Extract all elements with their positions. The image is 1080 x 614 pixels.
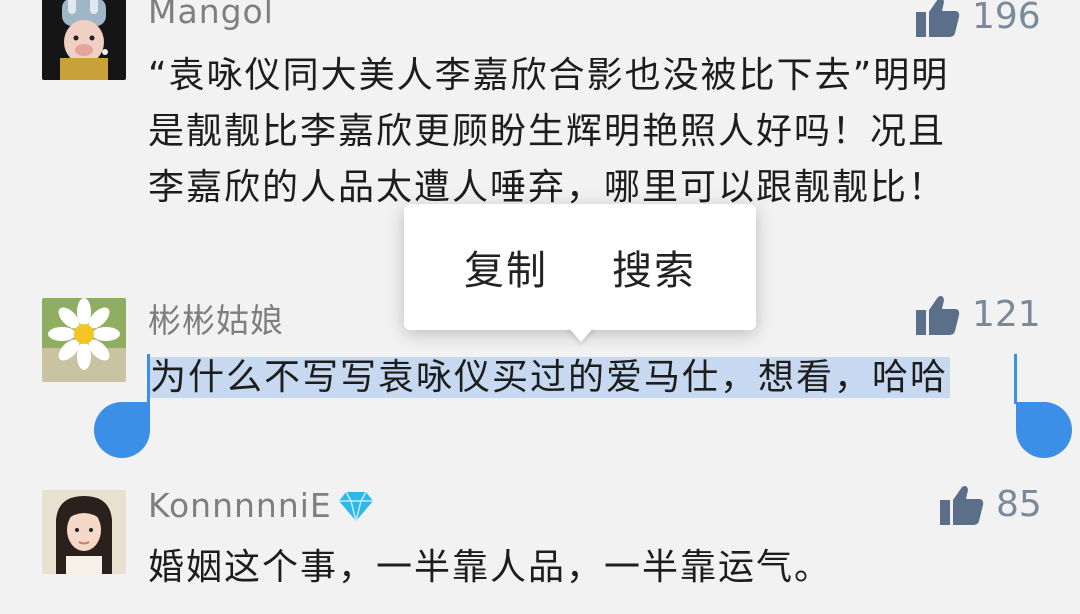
comment-username[interactable]: 彬彬姑娘	[148, 294, 284, 342]
selection-handle-stem-right	[1014, 354, 1017, 404]
girl-with-pearl-earring-parody-avatar-icon	[42, 0, 126, 80]
comment-text[interactable]: 婚姻这个事，一半靠人品，一半靠运气。	[148, 540, 832, 596]
comment-text-line: 是靓靓比李嘉欣更顾盼生辉明艳照人好吗！况且	[148, 111, 947, 152]
comment-text-line: 婚姻这个事，一半靠人品，一半靠运气。	[148, 547, 833, 588]
thumbs-up-icon	[940, 485, 984, 525]
comment-username[interactable]: KonnnnniE	[148, 486, 374, 525]
thumbs-up-icon	[916, 295, 960, 335]
diamond-icon	[338, 491, 373, 521]
selection-end-handle[interactable]	[1016, 402, 1072, 458]
avatar[interactable]	[42, 0, 126, 80]
like-button[interactable]: 196	[916, 0, 1041, 37]
context-menu-arrow	[567, 326, 595, 342]
username-text: KonnnnniE	[148, 486, 332, 525]
selected-text[interactable]: 为什么不写写袁咏仪买过的爱马仕，想看，哈哈	[148, 357, 951, 398]
copy-button[interactable]: 复制	[450, 228, 562, 306]
like-count: 196	[972, 0, 1041, 37]
like-count: 121	[972, 294, 1041, 335]
avatar[interactable]	[42, 490, 126, 574]
comment-username[interactable]: Mangol	[148, 0, 274, 31]
like-count: 85	[996, 484, 1042, 525]
comment-text-line: “袁咏仪同大美人李嘉欣合影也没被比下去”明明	[148, 55, 950, 96]
like-button[interactable]: 121	[916, 294, 1041, 335]
avatar[interactable]	[42, 298, 126, 382]
daisy-flower-avatar-icon	[42, 298, 126, 382]
thumbs-up-icon	[916, 0, 960, 37]
selection-handle-stem-left	[147, 354, 150, 404]
search-button[interactable]: 搜索	[598, 228, 710, 306]
comment-text[interactable]: 为什么不写写袁咏仪买过的爱马仕，想看，哈哈	[148, 350, 951, 406]
comment-item: KonnnnniE 85 婚姻这个事，一半靠人品，一半靠运气。	[0, 480, 1080, 614]
like-button[interactable]: 85	[940, 484, 1042, 525]
selection-start-handle[interactable]	[94, 402, 150, 458]
comment-text[interactable]: “袁咏仪同大美人李嘉欣合影也没被比下去”明明 是靓靓比李嘉欣更顾盼生辉明艳照人好…	[148, 48, 949, 216]
girl-portrait-avatar-icon	[42, 490, 126, 574]
text-selection-context-menu: 复制 搜索	[404, 204, 756, 330]
